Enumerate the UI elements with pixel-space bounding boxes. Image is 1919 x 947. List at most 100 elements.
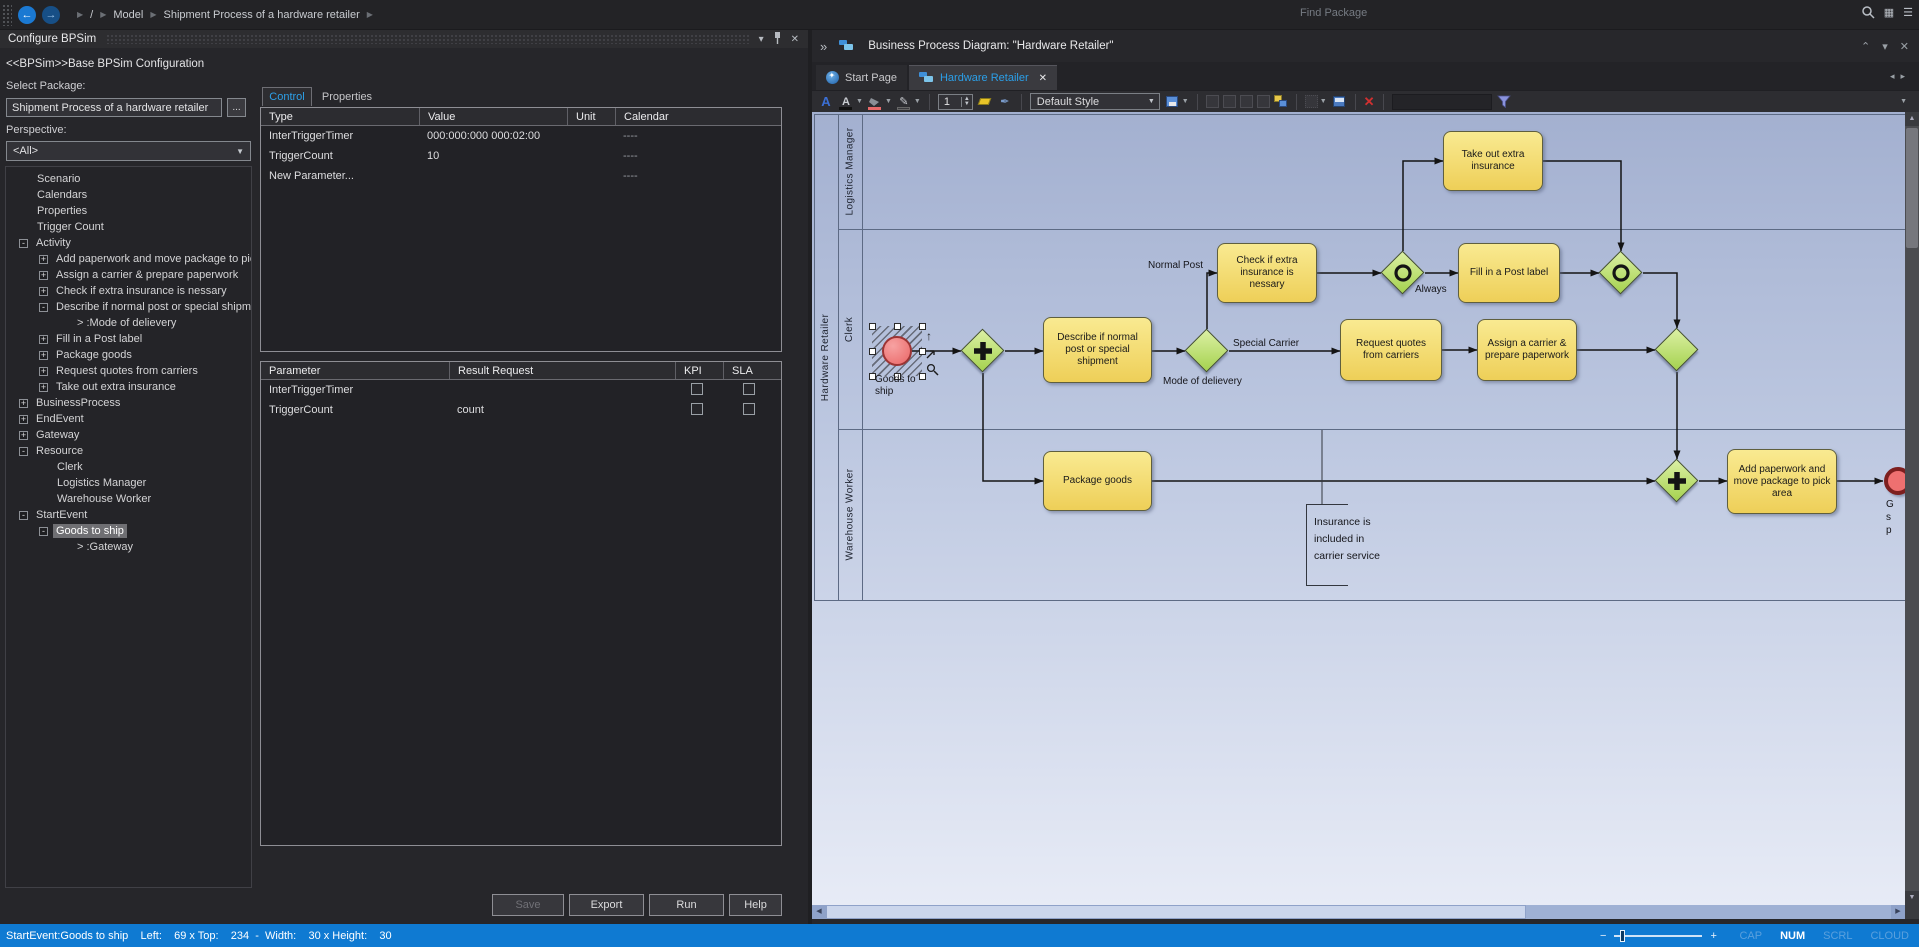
back-button[interactable]: ← xyxy=(18,6,36,24)
tree-expand-icon[interactable]: + xyxy=(39,335,48,344)
column-header[interactable]: Calendar xyxy=(615,108,779,125)
bpmn-end-event[interactable] xyxy=(1884,467,1905,495)
bpmn-gateway-parallel-1[interactable] xyxy=(961,329,1005,373)
selection-handle[interactable] xyxy=(869,323,876,330)
find-package-input[interactable]: Find Package xyxy=(1300,7,1367,19)
chevron-down-icon[interactable]: ▼ xyxy=(1320,98,1327,105)
checkbox[interactable] xyxy=(743,403,755,415)
hamburger-menu-icon[interactable]: ☰ xyxy=(1903,6,1913,19)
window-menu-icon[interactable]: ▾ xyxy=(759,34,764,45)
bpmn-task-takeout[interactable]: Take out extra insurance xyxy=(1443,131,1543,191)
pen-icon[interactable]: ✒ xyxy=(997,94,1013,110)
column-header[interactable]: Result Request xyxy=(449,362,675,379)
tree-item[interactable]: +Assign a carrier & prepare paperwork xyxy=(6,267,251,283)
table-row[interactable]: InterTriggerTimer000:000:000 000:02:00--… xyxy=(261,126,781,146)
chevrons-right-icon[interactable]: » xyxy=(820,39,827,54)
checkbox[interactable] xyxy=(691,383,703,395)
zoom-out-icon[interactable]: − xyxy=(1600,930,1606,942)
font-style-icon[interactable]: A xyxy=(818,94,834,110)
search-icon[interactable] xyxy=(1861,5,1875,19)
table-row[interactable]: InterTriggerTimer xyxy=(261,380,781,400)
save-button[interactable]: Save xyxy=(492,894,564,916)
tree-expand-icon[interactable]: + xyxy=(19,431,28,440)
breadcrumb-item-model[interactable]: Model xyxy=(113,9,143,21)
tree-item[interactable]: > :Mode of delievery xyxy=(6,315,251,331)
column-header[interactable]: KPI xyxy=(675,362,723,379)
tree-expand-icon[interactable]: + xyxy=(39,367,48,376)
bpmn-task-assign[interactable]: Assign a carrier & prepare paperwork xyxy=(1477,319,1577,381)
vertical-scrollbar[interactable]: ▲ ▼ xyxy=(1905,112,1919,905)
tree-item[interactable]: +Package goods xyxy=(6,347,251,363)
table-row[interactable]: TriggerCountcount xyxy=(261,400,781,420)
format-painter-icon[interactable] xyxy=(977,94,993,110)
close-icon[interactable]: ✕ xyxy=(1900,40,1909,53)
tree-expand-icon[interactable]: + xyxy=(39,255,48,264)
tree-expand-icon[interactable]: + xyxy=(19,399,28,408)
tree-item[interactable]: -Activity xyxy=(6,235,251,251)
tree-expand-icon[interactable]: + xyxy=(39,271,48,280)
pin-icon[interactable] xyxy=(773,32,782,47)
bpmn-gateway-merge[interactable] xyxy=(1655,328,1699,372)
chevron-down-icon[interactable]: ▼ xyxy=(856,98,863,105)
diagram-canvas[interactable]: Hardware RetailerLogistics ManagerClerkW… xyxy=(812,112,1905,905)
bpmn-gateway-mode[interactable] xyxy=(1185,329,1229,373)
tree-item[interactable]: +EndEvent xyxy=(6,411,251,427)
align-bottom-icon[interactable] xyxy=(1257,95,1270,108)
perspective-select[interactable]: <All> ▼ xyxy=(6,141,251,161)
selection-handle[interactable] xyxy=(894,323,901,330)
tree-item[interactable]: Calendars xyxy=(6,187,251,203)
delete-icon[interactable]: ✕ xyxy=(1364,94,1375,110)
selection-handle[interactable] xyxy=(869,348,876,355)
tree-expand-icon[interactable]: + xyxy=(19,415,28,424)
tree-item[interactable]: -StartEvent xyxy=(6,507,251,523)
tree-item[interactable]: +Fill in a Post label xyxy=(6,331,251,347)
align-top-icon[interactable] xyxy=(1240,95,1253,108)
zoom-slider-thumb[interactable] xyxy=(1620,930,1625,942)
chevron-down-icon[interactable]: ▼ xyxy=(1182,98,1189,105)
scroll-down-icon[interactable]: ▼ xyxy=(1905,891,1919,905)
tree-item[interactable]: +Request quotes from carriers xyxy=(6,363,251,379)
style-combo[interactable]: Default Style ▼ xyxy=(1030,93,1160,110)
bpmn-task-request[interactable]: Request quotes from carriers xyxy=(1340,319,1442,381)
align-right-icon[interactable] xyxy=(1223,95,1236,108)
breadcrumb-root[interactable]: / xyxy=(90,9,93,21)
bpmn-gateway-parallel-2[interactable] xyxy=(1655,459,1699,503)
checkbox[interactable] xyxy=(691,403,703,415)
tree-item[interactable]: -Describe if normal post or special ship… xyxy=(6,299,251,315)
tab-properties[interactable]: Properties xyxy=(316,87,378,106)
collapse-up-icon[interactable]: ⌃ xyxy=(1861,40,1870,53)
zoom-slider[interactable] xyxy=(1614,935,1702,937)
tree-collapse-icon[interactable]: - xyxy=(19,511,28,520)
move-up-icon[interactable]: ↑ xyxy=(926,330,932,342)
fill-color-icon[interactable] xyxy=(867,94,883,110)
column-header[interactable]: Type xyxy=(261,108,419,125)
font-color-icon[interactable]: A xyxy=(838,94,854,110)
scroll-right-icon[interactable]: ▶ xyxy=(1891,905,1905,919)
tree-item[interactable]: Logistics Manager xyxy=(6,475,251,491)
scroll-left-icon[interactable]: ◀ xyxy=(812,905,826,919)
selection-handle[interactable] xyxy=(919,373,926,380)
toolbar-overflow-icon[interactable]: ▼ xyxy=(1900,98,1907,105)
tree-collapse-icon[interactable]: - xyxy=(19,239,28,248)
column-header[interactable]: Value xyxy=(419,108,567,125)
tree-collapse-icon[interactable]: - xyxy=(39,527,48,536)
chevron-down-icon[interactable]: ▾ xyxy=(1882,40,1888,53)
run-button[interactable]: Run xyxy=(649,894,724,916)
tree-item[interactable]: +Check if extra insurance is nessary xyxy=(6,283,251,299)
horizontal-scroll-thumb[interactable] xyxy=(826,905,1526,919)
tree-collapse-icon[interactable]: - xyxy=(19,447,28,456)
zoom-in-icon[interactable]: + xyxy=(1710,930,1716,942)
checkbox[interactable] xyxy=(743,383,755,395)
window-layout-icon[interactable]: ▦ xyxy=(1884,6,1894,19)
scroll-up-icon[interactable]: ▲ xyxy=(1905,112,1919,126)
tab-hardware-retailer[interactable]: Hardware Retailer ✕ xyxy=(909,65,1057,90)
filter-funnel-icon[interactable] xyxy=(1496,94,1512,110)
table-row[interactable]: TriggerCount10---- xyxy=(261,146,781,166)
tree-item[interactable]: Warehouse Worker xyxy=(6,491,251,507)
selection-handle[interactable] xyxy=(919,348,926,355)
bpmn-task-package[interactable]: Package goods xyxy=(1043,451,1152,511)
forward-button[interactable]: → xyxy=(42,6,60,24)
toggle-cap[interactable]: CAP xyxy=(1739,930,1762,942)
tree-item[interactable]: Properties xyxy=(6,203,251,219)
tree-collapse-icon[interactable]: - xyxy=(39,303,48,312)
